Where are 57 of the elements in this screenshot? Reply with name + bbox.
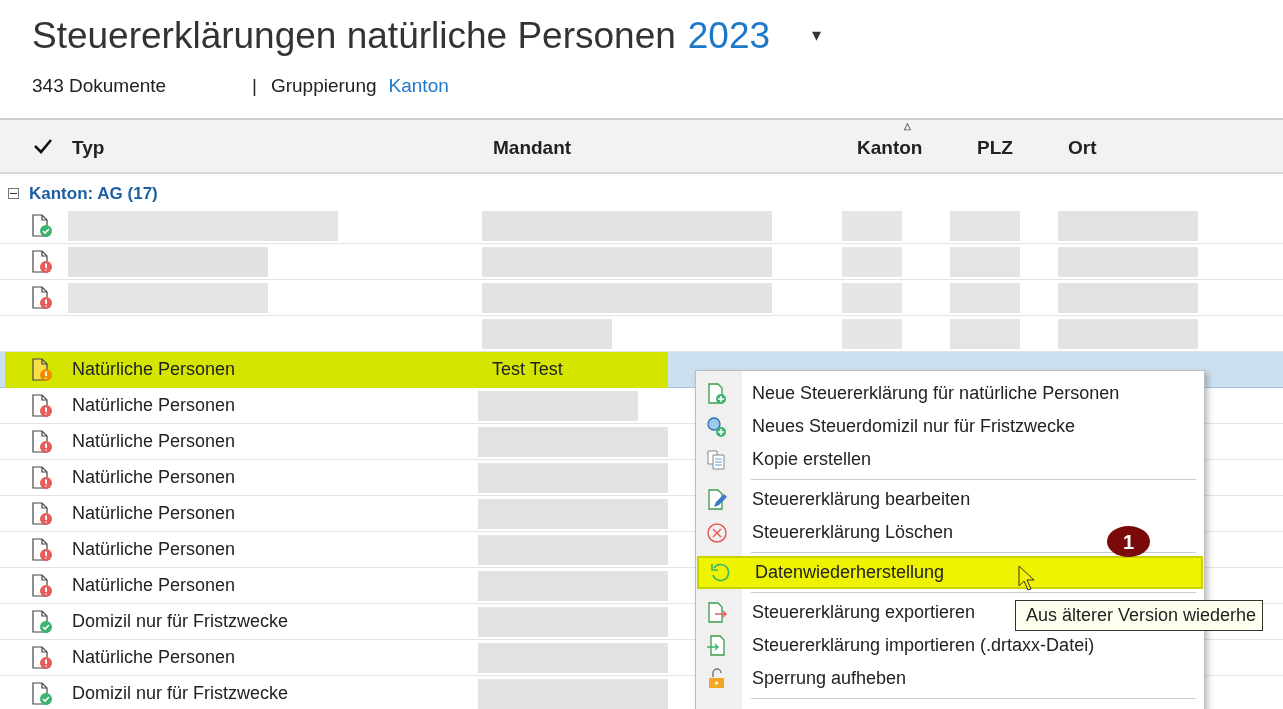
redaction-block <box>842 210 902 241</box>
type-cell-text: Domizil nur für Fristzwecke <box>72 681 289 705</box>
tooltip: Aus älterer Version wiederhe <box>1015 600 1264 631</box>
column-header[interactable]: Typ <box>72 133 105 162</box>
document-icon <box>31 465 53 490</box>
document-icon <box>31 213 53 238</box>
page-title: Steuererklärungen natürliche Personen <box>32 14 676 58</box>
pin-plus-icon <box>706 415 728 438</box>
document-icon <box>31 645 53 670</box>
grouping-label: Gruppierung <box>270 74 377 99</box>
redaction-block <box>842 282 902 313</box>
type-cell-text: Domizil nur für Fristzwecke <box>72 609 289 633</box>
delete-icon <box>706 521 728 544</box>
import-icon <box>706 634 728 657</box>
edit-icon <box>706 488 728 511</box>
sort-arrow: △ <box>904 119 911 133</box>
copy-icon <box>706 448 728 471</box>
divider-char: | <box>252 74 257 99</box>
column-header[interactable]: PLZ <box>977 133 1013 162</box>
type-cell-text: Natürliche Personen <box>72 429 236 453</box>
redaction-block <box>950 210 1020 241</box>
doc-plus-icon <box>706 382 728 405</box>
type-cell-text: Natürliche Personen <box>72 501 236 525</box>
type-cell-text: Natürliche Personen <box>72 573 236 597</box>
redaction-block <box>950 318 1020 349</box>
year-selector[interactable]: 2023 <box>687 8 771 64</box>
document-icon <box>31 609 53 634</box>
restore-icon <box>709 561 731 584</box>
type-cell-text: Natürliche Personen <box>72 537 236 561</box>
redaction-block <box>950 282 1020 313</box>
redaction-block <box>950 246 1020 277</box>
document-icon <box>31 393 53 418</box>
export-icon <box>706 601 728 624</box>
redaction-block <box>842 246 902 277</box>
column-header[interactable]: Ort <box>1068 133 1097 162</box>
type-cell-text: Natürliche Personen <box>72 357 236 381</box>
document-icon <box>31 573 53 598</box>
document-count: 343 Dokumente <box>32 74 168 99</box>
document-icon <box>31 501 53 526</box>
document-icon <box>31 357 53 382</box>
document-icon <box>31 285 53 310</box>
document-icon <box>31 429 53 454</box>
grouping-link[interactable]: Kanton <box>388 72 449 101</box>
menu-item[interactable]: Datenwiederherstellung <box>697 556 1203 589</box>
group-header: Kanton: AG (17) <box>29 182 158 205</box>
document-icon <box>31 249 53 274</box>
column-header[interactable]: Mandant <box>493 133 572 162</box>
document-icon <box>31 537 53 562</box>
year-dropdown-caret[interactable]: ▾ <box>812 22 822 50</box>
redaction-block <box>842 318 902 349</box>
collapse-icon[interactable] <box>8 188 19 199</box>
client-cell-text: Test Test <box>492 357 563 381</box>
type-cell-text: Natürliche Personen <box>72 393 236 417</box>
type-cell-text: Natürliche Personen <box>72 645 236 669</box>
document-icon <box>31 681 53 706</box>
checkmark-icon[interactable] <box>33 137 53 154</box>
type-cell-text: Natürliche Personen <box>72 465 236 489</box>
